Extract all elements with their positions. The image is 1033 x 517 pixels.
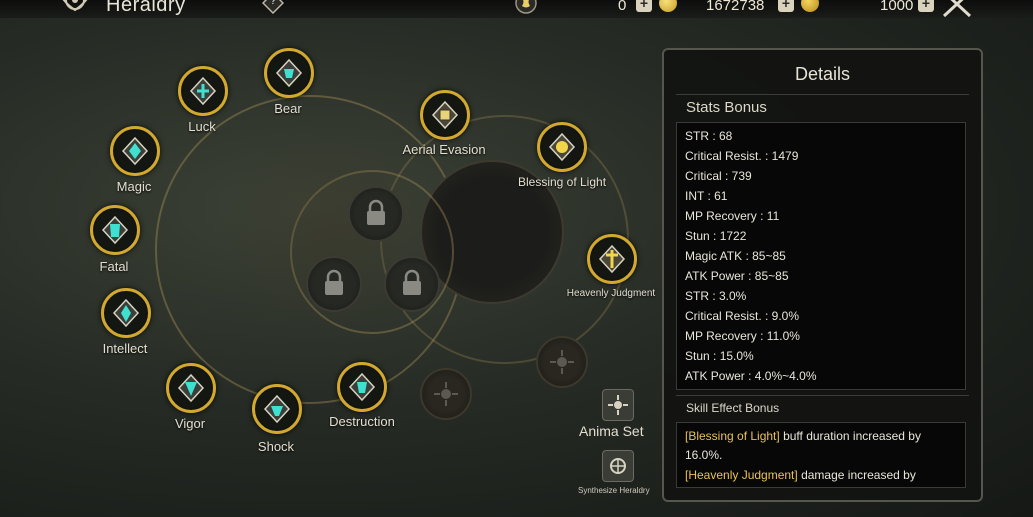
locked-slot[interactable]	[306, 256, 362, 312]
node-label: Vigor	[174, 416, 206, 431]
skill-effect-text: buff duration	[779, 429, 853, 443]
add-crystal-button[interactable]: +	[636, 0, 652, 12]
lock-icon	[403, 269, 421, 295]
destruction-emblem-icon	[348, 372, 376, 402]
close-icon[interactable]	[940, 0, 974, 18]
heraldry-node-destruction[interactable]	[337, 362, 387, 412]
stat-line: MP Recovery : 11	[685, 209, 780, 223]
sun-emblem-icon	[434, 382, 458, 406]
heraldry-node-shock[interactable]	[252, 384, 302, 434]
gold-count: 1672738	[706, 0, 765, 14]
synthesize-heraldry-label: Synthesize Heraldry	[578, 486, 650, 495]
page-title: Heraldry	[106, 0, 186, 16]
help-icon[interactable]: ?	[262, 0, 284, 14]
stat-line: Stun : 1722	[685, 229, 747, 243]
empty-slot[interactable]	[536, 336, 588, 388]
stat-line: STR : 68	[685, 129, 733, 143]
lock-icon	[367, 199, 385, 225]
crystal-icon	[515, 0, 537, 14]
bear-emblem-icon	[275, 58, 303, 88]
stats-bonus-list: STR : 68 Critical Resist. : 1479 Critica…	[676, 122, 966, 390]
heraldry-node-intellect[interactable]	[101, 288, 151, 338]
heraldry-node-bear[interactable]	[264, 48, 314, 98]
node-label: Magic	[116, 179, 152, 194]
anima-set-icon	[608, 395, 628, 415]
stat-line: Critical : 739	[685, 169, 752, 183]
heraldry-node-aerial-evasion[interactable]	[420, 90, 470, 140]
stat-line: Magic ATK : 85~85	[685, 249, 786, 263]
stat-line: ATK Power : 4.0%~4.0%	[685, 369, 817, 383]
stat-line: Critical Resist. : 1479	[685, 149, 799, 163]
sun-emblem-icon	[550, 350, 574, 374]
blessing-emblem-icon	[548, 132, 576, 162]
intellect-emblem-icon	[112, 298, 140, 328]
token-count: 1000	[880, 0, 914, 14]
node-label: Bear	[274, 101, 302, 116]
skill-effect-text: damage	[797, 468, 848, 482]
stat-line: INT : 61	[685, 189, 728, 203]
lock-icon	[325, 269, 343, 295]
skill-name: [Blessing of Light]	[685, 429, 780, 443]
node-label: Fatal	[99, 259, 129, 274]
heraldry-crest-icon	[62, 0, 88, 12]
skill-effect-line: [Heavenly Judgment] damage increased by	[685, 466, 960, 485]
node-label: Luck	[188, 119, 216, 134]
anima-set-button[interactable]	[602, 389, 634, 421]
locked-slot[interactable]	[384, 256, 440, 312]
add-token-button[interactable]: +	[918, 0, 934, 12]
crystal-count: 0	[618, 0, 627, 14]
details-title: Details	[794, 64, 851, 84]
skill-effect-list: [Blessing of Light] buff duration increa…	[676, 422, 966, 488]
node-label: Shock	[257, 439, 295, 454]
stat-line: MP Recovery : 11.0%	[685, 329, 800, 343]
skill-name: [Heavenly Judgment]	[685, 468, 798, 482]
heraldry-node-blessing-of-light[interactable]	[537, 122, 587, 172]
node-label: Heavenly Judgment	[566, 288, 656, 299]
details-panel: Details Stats Bonus STR : 68 Critical Re…	[662, 48, 983, 502]
divider	[676, 94, 969, 95]
svg-text:?: ?	[270, 0, 276, 7]
heavenly-judgment-emblem-icon	[598, 244, 626, 274]
divider	[676, 395, 969, 396]
locked-slot[interactable]	[348, 186, 404, 242]
skill-effect-line: [Blessing of Light] buff duration increa…	[685, 427, 960, 465]
synthesize-heraldry-button[interactable]	[602, 450, 634, 482]
luck-emblem-icon	[189, 76, 217, 106]
fatal-emblem-icon	[101, 215, 129, 245]
stat-line: ATK Power : 85~85	[685, 269, 789, 283]
shock-emblem-icon	[263, 394, 291, 424]
heraldry-node-heavenly-judgment[interactable]	[587, 234, 637, 284]
stat-line: Critical Resist. : 9.0%	[685, 309, 800, 323]
synthesize-icon	[610, 458, 626, 474]
heraldry-node-magic[interactable]	[110, 126, 160, 176]
skill-effect-bonus-title: Skill Effect Bonus	[686, 401, 780, 415]
aerial-evasion-emblem-icon	[431, 100, 459, 130]
heraldry-node-luck[interactable]	[178, 66, 228, 116]
node-label: Blessing of Light	[517, 175, 607, 189]
heraldry-node-vigor[interactable]	[166, 363, 216, 413]
empty-slot[interactable]	[420, 368, 472, 420]
anima-set-label: Anima Set	[579, 423, 644, 439]
magic-emblem-icon	[121, 136, 149, 166]
stat-line: Stun : 15.0%	[685, 349, 754, 363]
add-gold-button[interactable]: +	[778, 0, 794, 12]
stat-line: STR : 3.0%	[685, 289, 747, 303]
node-label: Aerial Evasion	[402, 142, 486, 157]
stats-bonus-title: Stats Bonus	[686, 99, 767, 116]
vigor-emblem-icon	[177, 373, 205, 403]
node-label: Intellect	[102, 341, 148, 356]
node-label: Destruction	[329, 414, 395, 429]
heraldry-node-fatal[interactable]	[90, 205, 140, 255]
skill-effect-text: increased by	[847, 468, 916, 482]
